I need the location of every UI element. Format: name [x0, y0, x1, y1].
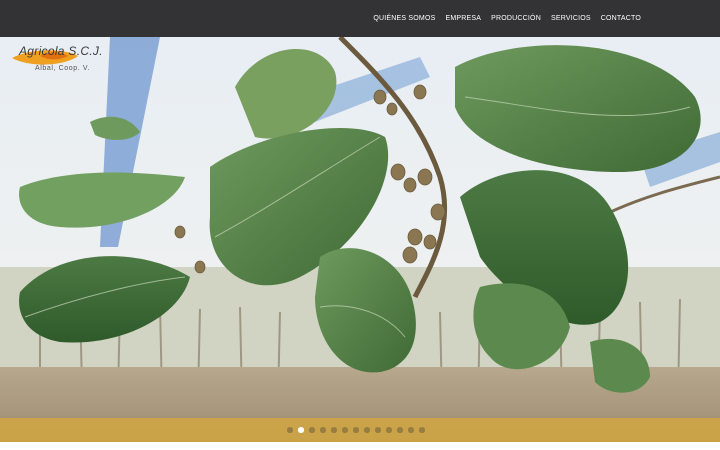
nav-item-quienes-somos[interactable]: QUIÉNES SOMOS	[368, 15, 440, 22]
slider-dot[interactable]	[408, 427, 414, 433]
slider-dot[interactable]	[364, 427, 370, 433]
nav-item-empresa[interactable]: EMPRESA	[440, 15, 486, 22]
slider-dot[interactable]	[309, 427, 315, 433]
slider-dot[interactable]	[386, 427, 392, 433]
hero-slider-image: Agricola S.C.J. Albal, Coop. V.	[0, 37, 720, 443]
nav-item-produccion[interactable]: PRODUCCIÓN	[486, 15, 546, 22]
slider-dot[interactable]	[419, 427, 425, 433]
slider-dot[interactable]	[298, 427, 304, 433]
top-navigation-bar: QUIÉNES SOMOS EMPRESA PRODUCCIÓN SERVICI…	[0, 0, 720, 37]
kiwi-orchard-photo	[0, 37, 720, 443]
company-logo[interactable]: Agricola S.C.J. Albal, Coop. V.	[10, 44, 140, 76]
slider-pagination-dots	[287, 427, 425, 433]
logo-subtitle: Albal, Coop. V.	[35, 65, 91, 72]
logo-title: Agricola S.C.J.	[19, 44, 103, 58]
page-bottom-strip	[0, 442, 720, 450]
nav-item-contacto[interactable]: CONTACTO	[596, 15, 646, 22]
slider-dot[interactable]	[353, 427, 359, 433]
main-nav: QUIÉNES SOMOS EMPRESA PRODUCCIÓN SERVICI…	[368, 0, 646, 37]
slider-dot[interactable]	[397, 427, 403, 433]
slider-dot[interactable]	[375, 427, 381, 433]
slider-dot[interactable]	[331, 427, 337, 433]
slider-dot[interactable]	[287, 427, 293, 433]
nav-item-servicios[interactable]: SERVICIOS	[546, 15, 596, 22]
slider-dot[interactable]	[342, 427, 348, 433]
slider-dot[interactable]	[320, 427, 326, 433]
